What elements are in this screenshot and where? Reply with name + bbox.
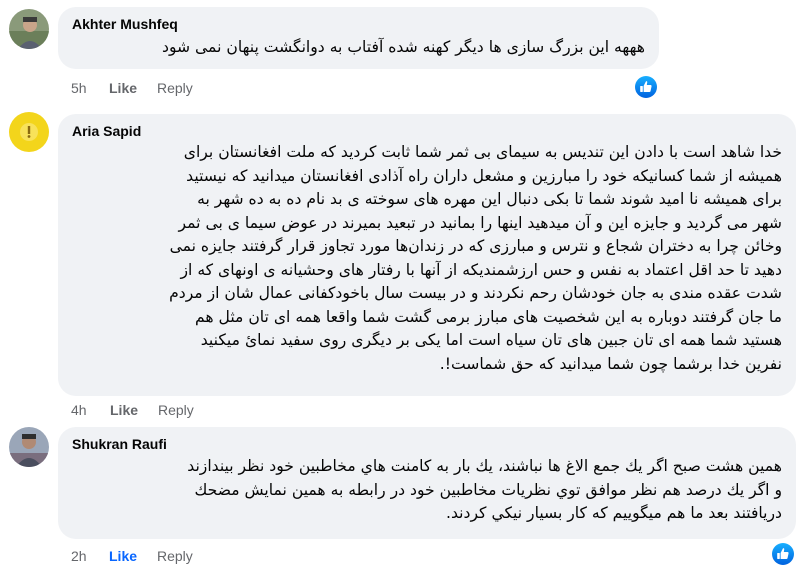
reply-button[interactable]: Reply xyxy=(157,80,193,96)
comment-line: شهر می گردید و جایزه این و آن میدهید این… xyxy=(178,213,782,232)
comment-line: دريافتند بعد ما هم ميگوييم كه كار بسيار … xyxy=(446,504,782,522)
like-reaction-icon[interactable] xyxy=(633,74,659,100)
comment-line: دهید تا حد اقل اعتماد به نفس و حس ارزشمن… xyxy=(180,260,783,279)
comment-line: برای همیشه نا امید شوند شما تا بکی دنبال… xyxy=(197,190,782,208)
comment-text: همين هشت صبح اگر يك جمع الاغ ها نباشند، … xyxy=(70,455,782,526)
avatar-photo xyxy=(9,9,49,49)
avatar[interactable] xyxy=(9,9,49,49)
avatar[interactable] xyxy=(9,427,49,467)
avatar-photo xyxy=(9,112,49,152)
like-button[interactable]: Like xyxy=(110,402,138,418)
comment-author[interactable]: Aria Sapid xyxy=(72,123,141,139)
comment-bubble: Aria Sapid خدا شاهد است با دادن این تندی… xyxy=(58,114,796,396)
comment-bubble: Akhter Mushfeq هههه این بزرگ سازی ها دیگ… xyxy=(58,7,659,69)
comment-line: همين هشت صبح اگر يك جمع الاغ ها نباشند، … xyxy=(187,457,782,475)
comment-time[interactable]: 2h xyxy=(71,548,87,564)
comment-line: هههه این بزرگ سازی ها دیگر کهنه شده آفتا… xyxy=(162,38,645,56)
comment-line: و اگر يك درصد هم نظر موافق توي نظريات مخ… xyxy=(194,480,782,499)
comment-line: نفرین خدا برشما چون شما میدانید که حق شم… xyxy=(439,354,782,373)
comment-line: همیشه از شما کسانیکه خود را مبارزین و مش… xyxy=(186,166,782,185)
comment-time[interactable]: 5h xyxy=(71,80,87,96)
reply-button[interactable]: Reply xyxy=(157,548,193,564)
comment-author[interactable]: Shukran Raufi xyxy=(72,436,167,452)
comment-line: وخائن چرا به دختران شجاع و نترس و مبارزی… xyxy=(169,237,782,255)
avatar-photo xyxy=(9,427,49,467)
like-button[interactable]: Like xyxy=(109,80,137,96)
comment-line: خدا شاهد است با دادن این تندیس به سیمای … xyxy=(183,143,782,161)
like-reaction-icon[interactable] xyxy=(770,541,796,567)
avatar[interactable] xyxy=(9,112,49,152)
comment-line: هستید شما همه ای تان جبین های تان سیاه ا… xyxy=(200,331,782,349)
comment-bubble: Shukran Raufi همين هشت صبح اگر يك جمع ال… xyxy=(58,427,796,539)
comment-line: شدت عقده مندی به جان خودشان رحم نکردند و… xyxy=(169,284,782,302)
comment-text: هههه این بزرگ سازی ها دیگر کهنه شده آفتا… xyxy=(70,36,645,60)
like-button[interactable]: Like xyxy=(109,548,137,564)
comment-line: ما جان گرفتند دوباره به این شخصیت های مب… xyxy=(194,307,782,326)
comment-time[interactable]: 4h xyxy=(71,402,87,418)
comment-text: خدا شاهد است با دادن این تندیس به سیمای … xyxy=(70,141,782,376)
comment-author[interactable]: Akhter Mushfeq xyxy=(72,16,178,32)
reply-button[interactable]: Reply xyxy=(158,402,194,418)
